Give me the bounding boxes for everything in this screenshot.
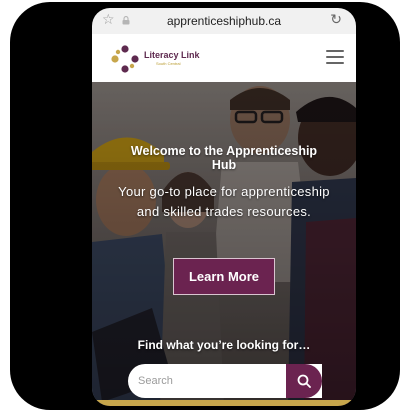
search-heading: Find what you’re looking for… xyxy=(137,338,311,352)
search-input[interactable] xyxy=(128,364,288,398)
hero-subtitle: Your go-to place for apprenticeship and … xyxy=(118,184,330,219)
browser-url-bar[interactable]: ☆ apprenticeshiphub.ca ↻ xyxy=(92,8,356,34)
url-domain[interactable]: apprenticeshiphub.ca xyxy=(92,14,356,28)
search-button[interactable] xyxy=(286,364,322,398)
learn-more-button[interactable]: Learn More xyxy=(173,258,275,295)
logo-name: Literacy Link xyxy=(144,50,200,60)
reload-icon[interactable]: ↻ xyxy=(330,12,342,28)
hero-photo xyxy=(92,82,356,406)
logo-subtitle: South Central xyxy=(156,61,181,66)
footer-accent-bar xyxy=(92,400,356,406)
search-icon xyxy=(297,374,311,388)
stage: ☆ apprenticeshiphub.ca ↻ Literacy Link S… xyxy=(0,0,409,412)
phone-frame: ☆ apprenticeshiphub.ca ↻ Literacy Link S… xyxy=(10,2,400,410)
logo-mark-icon xyxy=(111,45,139,73)
hero-title: Welcome to the Apprenticeship Hub xyxy=(130,144,318,172)
hamburger-menu-icon[interactable] xyxy=(326,50,344,64)
logo[interactable]: Literacy Link South Central xyxy=(110,44,200,74)
site-header: Literacy Link South Central xyxy=(92,34,356,82)
phone-screen: ☆ apprenticeshiphub.ca ↻ Literacy Link S… xyxy=(92,8,356,406)
hero-section: Welcome to the Apprenticeship Hub Your g… xyxy=(92,82,356,406)
